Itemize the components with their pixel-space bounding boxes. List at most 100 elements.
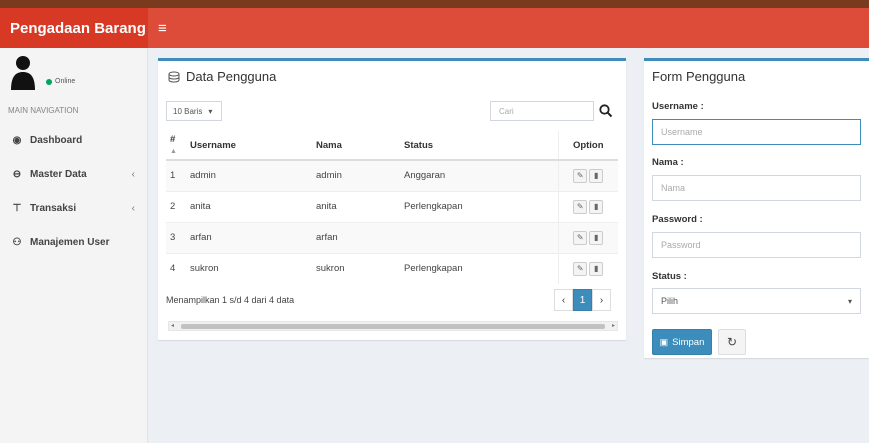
table-row: 1 admin admin Anggaran ✎ ▮ bbox=[166, 159, 618, 191]
table-row: 4 sukron sukron Perlengkapan ✎ ▮ bbox=[166, 252, 618, 284]
cell-num: 3 bbox=[166, 221, 186, 253]
pagination-next-button[interactable]: › bbox=[592, 289, 611, 311]
users-icon: ⚇ bbox=[12, 236, 22, 248]
sidebar-item-transaksi[interactable]: ⊤ Transaksi ‹ bbox=[0, 191, 147, 225]
username-label: Username : bbox=[652, 101, 704, 112]
chevron-left-icon: ‹ bbox=[131, 168, 135, 180]
cell-option: ✎ ▮ bbox=[557, 190, 618, 222]
col-header-num[interactable]: # ▲ bbox=[166, 131, 186, 161]
save-button[interactable]: ▣ Simpan bbox=[652, 329, 712, 355]
cell-nama: anita bbox=[312, 190, 400, 222]
password-label: Password : bbox=[652, 214, 703, 225]
sidebar: Online MAIN NAVIGATION ◉ Dashboard ⊖ Mas… bbox=[0, 48, 148, 443]
pagination: ‹ 1 › bbox=[554, 289, 611, 311]
scroll-left-icon[interactable]: ◂ bbox=[171, 322, 174, 331]
page-length-select[interactable]: 10 Baris ▾ bbox=[166, 101, 222, 121]
username-field[interactable] bbox=[652, 119, 861, 145]
col-header-username[interactable]: Username bbox=[186, 131, 312, 161]
online-dot-icon bbox=[46, 78, 52, 85]
refresh-button[interactable]: ↻ bbox=[718, 329, 746, 355]
box-title: Data Pengguna bbox=[158, 61, 626, 92]
cell-status: Perlengkapan bbox=[400, 190, 558, 222]
status-label: Status : bbox=[652, 271, 687, 282]
table-controls: 10 Baris ▾ bbox=[166, 101, 618, 123]
sidebar-item-label: Manajemen User bbox=[30, 236, 110, 248]
caret-down-icon: ▾ bbox=[208, 106, 213, 116]
horizontal-scrollbar[interactable]: ◂ ▸ bbox=[168, 321, 618, 331]
scrollbar-thumb[interactable] bbox=[181, 324, 605, 329]
edit-icon[interactable]: ✎ bbox=[573, 230, 588, 245]
cell-option: ✎ ▮ bbox=[557, 252, 618, 284]
chevron-left-icon: ‹ bbox=[131, 202, 135, 214]
dashboard-icon: ◉ bbox=[12, 134, 22, 146]
col-header-option: Option bbox=[557, 131, 618, 161]
database-icon bbox=[168, 71, 180, 83]
caret-down-icon: ▾ bbox=[847, 296, 852, 306]
nama-field[interactable] bbox=[652, 175, 861, 201]
col-header-status[interactable]: Status bbox=[400, 131, 558, 161]
search-icon[interactable] bbox=[598, 103, 614, 119]
trash-icon[interactable]: ▮ bbox=[589, 261, 604, 276]
cell-option: ✎ ▮ bbox=[557, 221, 618, 253]
cell-username: arfan bbox=[186, 221, 312, 253]
data-pengguna-box: Data Pengguna 10 Baris ▾ # ▲ Username Na… bbox=[158, 58, 626, 340]
hamburger-icon[interactable]: ≡ bbox=[158, 20, 167, 37]
online-label: Online bbox=[55, 78, 76, 85]
refresh-icon: ↻ bbox=[726, 335, 738, 349]
sidebar-item-label: Dashboard bbox=[30, 134, 83, 146]
edit-icon[interactable]: ✎ bbox=[573, 199, 588, 214]
users-table: # ▲ Username Nama Status Option 1 admin … bbox=[166, 131, 618, 284]
cell-nama: sukron bbox=[312, 252, 400, 284]
edit-icon[interactable]: ✎ bbox=[573, 168, 588, 183]
form-box-title: Form Pengguna bbox=[652, 69, 746, 84]
status-select[interactable]: Pilih ▾ bbox=[652, 288, 861, 314]
cell-nama: arfan bbox=[312, 221, 400, 253]
cart-icon: ⊤ bbox=[12, 202, 22, 214]
brand-logo[interactable]: Pengadaan Barang bbox=[0, 8, 148, 48]
scroll-right-icon[interactable]: ▸ bbox=[612, 322, 615, 331]
cell-num: 2 bbox=[166, 190, 186, 222]
page-length-value: 10 Baris bbox=[173, 106, 203, 116]
nav-header: MAIN NAVIGATION bbox=[8, 106, 79, 115]
cell-num: 4 bbox=[166, 252, 186, 284]
col-header-nama[interactable]: Nama bbox=[312, 131, 400, 161]
top-strip bbox=[0, 0, 869, 8]
user-panel: Online bbox=[0, 48, 147, 98]
cell-username: anita bbox=[186, 190, 312, 222]
form-pengguna-box: Form Pengguna Username : Nama : Password… bbox=[644, 58, 869, 358]
cell-nama: admin bbox=[312, 159, 400, 191]
search-input[interactable] bbox=[490, 101, 594, 121]
password-field[interactable] bbox=[652, 232, 861, 258]
trash-icon[interactable]: ▮ bbox=[589, 199, 604, 214]
table-row: 3 arfan arfan ✎ ▮ bbox=[166, 221, 618, 253]
cell-username: sukron bbox=[186, 252, 312, 284]
data-box-title: Data Pengguna bbox=[186, 69, 277, 84]
floppy-disk-icon: ▣ bbox=[659, 336, 669, 347]
edit-icon[interactable]: ✎ bbox=[573, 261, 588, 276]
sidebar-item-label: Master Data bbox=[30, 168, 87, 180]
online-status: Online bbox=[46, 78, 75, 85]
table-info: Menampilkan 1 s/d 4 dari 4 data bbox=[166, 295, 295, 305]
database-icon: ⊖ bbox=[12, 168, 22, 180]
table-row: 2 anita anita Perlengkapan ✎ ▮ bbox=[166, 190, 618, 222]
cell-status: Perlengkapan bbox=[400, 252, 558, 284]
pagination-prev-button[interactable]: ‹ bbox=[554, 289, 573, 311]
status-select-value: Pilih bbox=[661, 296, 679, 306]
cell-username: admin bbox=[186, 159, 312, 191]
trash-icon[interactable]: ▮ bbox=[589, 168, 604, 183]
sidebar-item-manajemen-user[interactable]: ⚇ Manajemen User bbox=[0, 225, 147, 259]
cell-num: 1 bbox=[166, 159, 186, 191]
main-header: Pengadaan Barang ≡ bbox=[0, 8, 869, 48]
user-avatar-icon bbox=[11, 56, 35, 90]
trash-icon[interactable]: ▮ bbox=[589, 230, 604, 245]
cell-option: ✎ ▮ bbox=[557, 159, 618, 191]
cell-status: Anggaran bbox=[400, 159, 558, 191]
pagination-page-1[interactable]: 1 bbox=[573, 289, 592, 311]
cell-status bbox=[400, 221, 558, 253]
sidebar-item-master-data[interactable]: ⊖ Master Data ‹ bbox=[0, 157, 147, 191]
sidebar-item-dashboard[interactable]: ◉ Dashboard bbox=[0, 123, 147, 157]
nama-label: Nama : bbox=[652, 157, 684, 168]
table-header-row: # ▲ Username Nama Status Option bbox=[166, 131, 618, 161]
save-button-label: Simpan bbox=[672, 336, 705, 348]
sort-asc-icon: ▲ bbox=[170, 148, 177, 155]
